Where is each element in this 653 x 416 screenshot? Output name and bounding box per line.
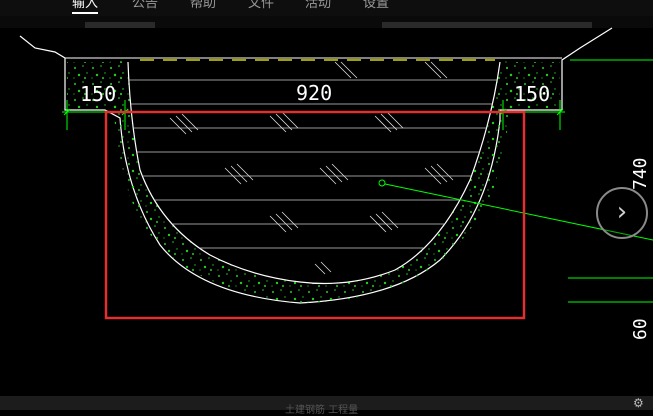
chevron-right-icon: › [616,197,628,227]
dim-label-channel-width: 920 [296,81,332,105]
dim-label-height: 740 [630,157,651,190]
gear-icon[interactable]: ⚙ [633,396,644,410]
dim-label-right-flange: 150 [514,82,550,106]
dimension-lines [62,59,653,303]
leader-point [378,179,386,187]
next-arrow-button[interactable]: › [596,187,648,239]
dim-label-bottom: 60 [630,318,651,340]
cad-drawing-canvas[interactable]: 150 920 150 740 60 [0,0,653,410]
dim-label-left-flange: 150 [80,82,116,106]
bottom-status-text: 土建钢筋 工程量 [285,405,359,416]
